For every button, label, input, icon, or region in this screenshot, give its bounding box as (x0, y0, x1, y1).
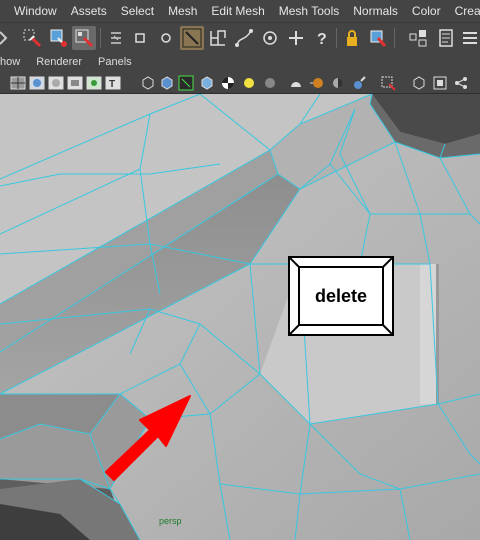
menu-assets[interactable]: Assets (64, 0, 114, 22)
textured-icon[interactable] (48, 75, 64, 91)
status-toolbar: ? (0, 22, 480, 52)
paint-weights-icon[interactable] (104, 26, 128, 50)
toolbar-separator (336, 28, 337, 48)
cube-icon[interactable] (128, 26, 152, 50)
wireframe-on-shaded-icon[interactable] (178, 75, 194, 91)
sphere-icon[interactable] (154, 26, 178, 50)
lights-icon[interactable] (67, 75, 83, 91)
ambient-occlusion-icon[interactable] (262, 75, 278, 91)
menu-normals[interactable]: Normals (346, 0, 405, 22)
xray-cube-icon[interactable] (159, 75, 175, 91)
camera-label: persp (159, 516, 182, 526)
menu-select[interactable]: Select (114, 0, 161, 22)
lock-icon[interactable] (340, 26, 364, 50)
mesh-scene[interactable] (0, 94, 480, 540)
antialias-icon[interactable] (330, 75, 346, 91)
menu-create-uvs[interactable]: Create UVs (448, 0, 480, 22)
target-weld-icon[interactable] (258, 26, 282, 50)
menu-mesh[interactable]: Mesh (161, 0, 204, 22)
move-icon[interactable] (284, 26, 308, 50)
chevron-right-icon[interactable] (0, 26, 16, 50)
spotlight-icon[interactable] (288, 75, 304, 91)
delete-key-label: delete (298, 266, 384, 326)
uv-grid-icon[interactable] (206, 26, 230, 50)
isolate-select-icon[interactable] (380, 75, 396, 91)
menu-color[interactable]: Color (405, 0, 448, 22)
delete-key-overlay: delete (288, 256, 394, 336)
node-graph-icon[interactable] (453, 75, 469, 91)
panel-menubar: how Renderer Panels (0, 52, 480, 72)
shadows-icon[interactable] (86, 75, 102, 91)
notes-icon[interactable] (434, 26, 458, 50)
depth-of-field-icon[interactable] (351, 75, 367, 91)
motion-blur-icon[interactable] (309, 75, 325, 91)
menu-window[interactable]: Window (0, 0, 64, 22)
bounding-box-icon[interactable] (411, 75, 427, 91)
svg-text:T: T (109, 79, 115, 90)
toolbar-separator (394, 28, 395, 48)
multicut-icon[interactable] (180, 26, 204, 50)
checker-icon[interactable] (220, 75, 236, 91)
panel-menu-panels[interactable]: Panels (90, 56, 140, 68)
backface-cube-icon[interactable] (199, 75, 215, 91)
panel-menu-show[interactable]: how (0, 56, 28, 68)
select-object-icon[interactable] (72, 26, 96, 50)
menu-edit-mesh[interactable]: Edit Mesh (204, 0, 271, 22)
panel-menu-renderer[interactable]: Renderer (28, 56, 90, 68)
grid-toggle-icon[interactable] (458, 26, 480, 50)
svg-text:?: ? (317, 31, 327, 48)
smooth-shade-icon[interactable] (29, 75, 45, 91)
snap-icon[interactable] (366, 26, 390, 50)
paint-select-icon[interactable] (20, 26, 44, 50)
light-sphere-icon[interactable] (241, 75, 257, 91)
main-menubar: Window Assets Select Mesh Edit Mesh Mesh… (0, 0, 480, 22)
perspective-viewport[interactable] (0, 94, 480, 540)
panel-toolbar: T (0, 72, 480, 94)
wireframe-icon[interactable] (10, 75, 26, 91)
help-icon[interactable]: ? (310, 26, 334, 50)
lasso-icon[interactable] (46, 26, 70, 50)
isolate-cube-icon[interactable] (140, 75, 156, 91)
toolbar-separator (100, 28, 101, 48)
menu-mesh-tools[interactable]: Mesh Tools (272, 0, 346, 22)
curve-tool-icon[interactable] (232, 26, 256, 50)
text-icon[interactable]: T (105, 75, 121, 91)
uv-layout-icon[interactable] (406, 26, 430, 50)
gate-mask-icon[interactable] (432, 75, 448, 91)
